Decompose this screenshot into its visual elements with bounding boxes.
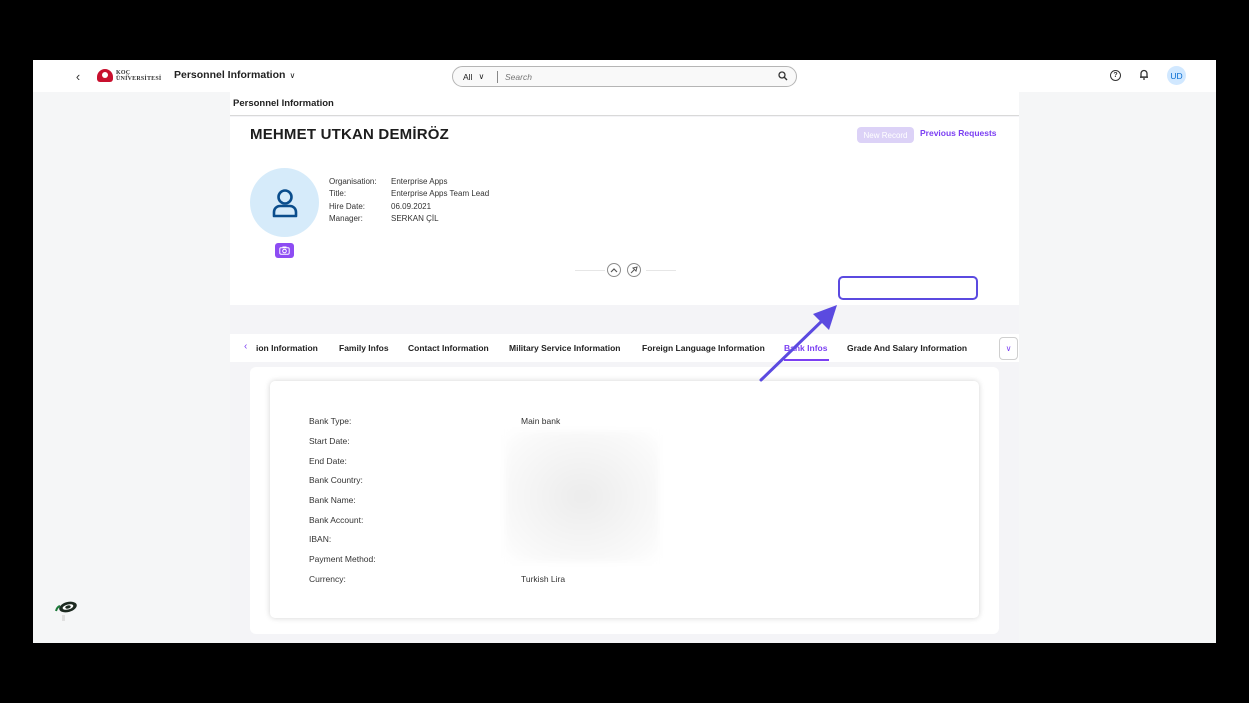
back-icon[interactable]: ‹	[71, 68, 85, 84]
field-bank-name: Bank Name:	[309, 495, 356, 509]
header-controls	[607, 263, 641, 277]
avatar[interactable]: UD	[1167, 66, 1186, 85]
employee-name: MEHMET UTKAN DEMİRÖZ	[250, 126, 449, 143]
search-icon[interactable]	[778, 71, 788, 84]
app-title-menu[interactable]: Personnel Information ∨	[174, 69, 295, 81]
divider	[646, 270, 676, 271]
field-bank-type: Bank Type: Main bank	[309, 416, 560, 430]
field-label: Bank Country:	[309, 475, 363, 485]
field-label: Bank Type:	[309, 416, 352, 426]
shell-bar: ‹ KOÇ ÜNİVERSİTESİ Personnel Information…	[33, 60, 1216, 92]
tab-overflow-button[interactable]: ∨	[999, 337, 1018, 360]
pin-header-button[interactable]	[627, 263, 641, 277]
logo-text: KOÇ ÜNİVERSİTESİ	[116, 70, 161, 82]
field-currency: Currency: Turkish Lira	[309, 574, 565, 588]
field-iban: IBAN:	[309, 534, 331, 548]
employee-photo	[250, 168, 319, 237]
tab-highlight-box	[838, 276, 978, 300]
bell-icon[interactable]	[1139, 69, 1149, 83]
redacted-values	[505, 431, 659, 562]
chevron-down-icon: ∨	[1005, 344, 1012, 353]
field-value: Turkish Lira	[521, 574, 566, 584]
shell-actions: ? UD	[1110, 66, 1186, 85]
search-scope-select[interactable]: All ∨	[453, 72, 497, 82]
field-label: Start Date:	[309, 436, 350, 446]
attr-title: Title: Enterprise Apps Team Lead	[329, 188, 489, 200]
attr-value: Enterprise Apps	[391, 177, 448, 186]
widget-icon[interactable]	[53, 597, 81, 630]
previous-requests-button[interactable]: Previous Requests	[920, 128, 997, 138]
app-title: Personnel Information	[174, 69, 286, 81]
field-label: Payment Method:	[309, 554, 376, 564]
attr-hire-date: Hire Date: 06.09.2021	[329, 201, 489, 213]
new-record-button[interactable]: New Record	[857, 127, 914, 143]
field-label: Bank Name:	[309, 495, 356, 505]
object-page: Personnel Information MEHMET UTKAN DEMİR…	[230, 92, 1019, 643]
bank-info-card: Bank Type: Main bank Start Date: End Dat…	[270, 381, 979, 618]
change-photo-button[interactable]	[275, 243, 294, 258]
chevron-down-icon: ∨	[478, 72, 485, 81]
attr-organisation: Organisation: Enterprise Apps	[329, 176, 489, 188]
field-start-date: Start Date:	[309, 436, 350, 450]
employee-attributes: Organisation: Enterprise Apps Title: Ent…	[329, 176, 489, 225]
field-label: IBAN:	[309, 534, 332, 544]
field-label: End Date:	[309, 456, 347, 466]
university-logo[interactable]: KOÇ ÜNİVERSİTESİ	[97, 69, 161, 82]
attr-value: SERKAN ÇİL	[391, 213, 439, 223]
field-bank-country: Bank Country:	[309, 475, 363, 489]
attr-label: Organisation:	[329, 177, 377, 186]
attr-value: Enterprise Apps Team Lead	[391, 189, 490, 199]
chevron-down-icon: ∨	[289, 70, 296, 80]
tab-bar: ‹ ion Information Family Infos Contact I…	[230, 334, 1019, 362]
tab-military-service-information[interactable]: Military Service Information	[509, 343, 620, 353]
attr-manager: Manager: SERKAN ÇİL	[329, 213, 489, 225]
page-title: Personnel Information	[233, 98, 334, 109]
logo-emblem-icon	[97, 69, 113, 82]
attr-label: Hire Date:	[329, 201, 366, 211]
chevron-left-icon[interactable]: ‹	[244, 341, 247, 352]
arrow-annotation-icon	[759, 305, 837, 382]
search-scope-value: All	[463, 71, 473, 82]
pin-icon	[630, 266, 638, 274]
tab-education-information[interactable]: ion Information	[256, 343, 318, 353]
tab-family-infos[interactable]: Family Infos	[339, 343, 389, 353]
page-header: Personnel Information	[230, 92, 1019, 116]
search-input[interactable]	[498, 71, 758, 82]
user-icon	[272, 188, 297, 217]
tab-grade-and-salary-information[interactable]: Grade And Salary Information	[847, 343, 967, 353]
search-field: All ∨	[452, 66, 797, 87]
field-bank-account: Bank Account:	[309, 515, 363, 529]
camera-icon	[279, 246, 290, 255]
attr-value: 06.09.2021	[391, 201, 432, 211]
chevron-up-icon	[610, 268, 618, 273]
field-payment-method: Payment Method:	[309, 554, 376, 568]
field-value: Main bank	[521, 416, 561, 426]
help-icon[interactable]: ?	[1110, 70, 1121, 81]
logo-line-2: ÜNİVERSİTESİ	[116, 75, 162, 82]
tab-foreign-language-information[interactable]: Foreign Language Information	[642, 343, 765, 353]
field-label: Currency:	[309, 574, 346, 584]
browser-frame: ‹ KOÇ ÜNİVERSİTESİ Personnel Information…	[33, 60, 1216, 643]
field-end-date: End Date:	[309, 456, 347, 470]
collapse-header-button[interactable]	[607, 263, 621, 277]
tab-contact-information[interactable]: Contact Information	[408, 343, 489, 353]
attr-label: Title:	[329, 189, 347, 199]
field-label: Bank Account:	[309, 515, 364, 525]
divider	[575, 270, 605, 271]
attr-label: Manager:	[329, 213, 363, 223]
